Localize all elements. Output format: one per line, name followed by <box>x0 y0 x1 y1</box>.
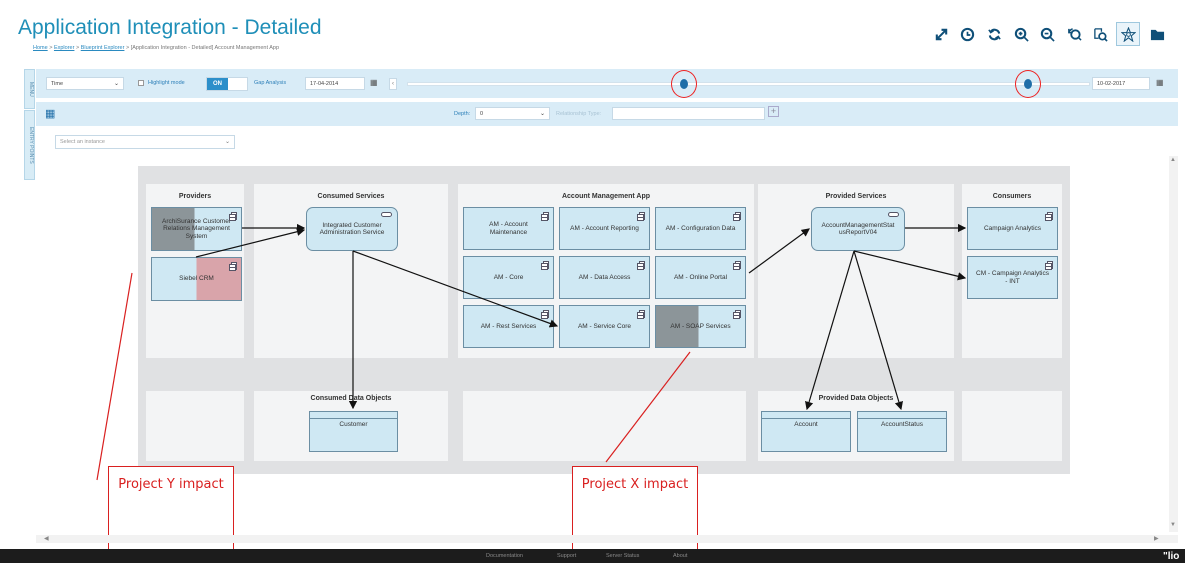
project-x-pointer <box>605 351 691 463</box>
component-icon <box>637 261 645 270</box>
component-icon <box>229 212 237 221</box>
component-icon <box>637 212 645 221</box>
component-icon <box>637 310 645 319</box>
scroll-left-icon[interactable]: ◀ <box>44 535 49 542</box>
component-icon <box>541 310 549 319</box>
scroll-right-icon[interactable]: ▶ <box>1154 535 1159 542</box>
component-icon <box>541 212 549 221</box>
footer-documentation-link[interactable]: Documentation <box>486 553 523 559</box>
app-window: Application Integration - Detailed Home … <box>0 0 1185 563</box>
scroll-up-icon[interactable]: ▲ <box>1170 157 1176 163</box>
vertical-scrollbar[interactable] <box>1169 156 1178 532</box>
node-label: CM - Campaign Analytics - INT <box>976 270 1049 285</box>
footer-brand: "lio <box>1163 551 1180 562</box>
component-icon <box>1045 212 1053 221</box>
component-icon <box>1045 261 1053 270</box>
project-x-impact-label: Project X impact <box>581 477 689 492</box>
node-label: AM - Core <box>493 273 524 281</box>
footer-support-link[interactable]: Support <box>557 553 576 559</box>
component-icon <box>733 310 741 319</box>
component-icon <box>541 261 549 270</box>
node-label: AM - Configuration Data <box>665 224 736 232</box>
node-label: AM - Online Portal <box>673 273 728 281</box>
node-label: AM - Account Reporting <box>570 224 639 232</box>
node-label: ArchiSurance Customer Relations Manageme… <box>162 217 231 240</box>
component-icon <box>733 212 741 221</box>
project-y-pointer <box>96 272 133 481</box>
horizontal-scrollbar[interactable] <box>36 535 1178 543</box>
project-y-impact-label: Project Y impact <box>118 477 224 492</box>
node-label: AM - SOAP Services <box>670 322 731 330</box>
node-label: AM - Account Maintenance <box>489 221 528 236</box>
node-label: AM - Rest Services <box>480 322 537 330</box>
node-label: AM - Service Core <box>577 322 632 330</box>
footer <box>0 549 1185 563</box>
node-label: Siebel CRM <box>179 275 214 283</box>
footer-about-link[interactable]: About <box>673 553 687 559</box>
node-label: AccountManagementStatusReportV04 <box>821 221 895 236</box>
footer-server-status-link[interactable]: Server Status <box>606 553 639 559</box>
node-label: AM - Data Access <box>578 273 631 281</box>
scroll-down-icon[interactable]: ▼ <box>1170 522 1176 528</box>
node-label: Integrated Customer Administration Servi… <box>319 221 385 236</box>
component-icon <box>229 262 237 271</box>
component-icon <box>733 261 741 270</box>
node-label: Campaign Analytics <box>983 224 1042 232</box>
